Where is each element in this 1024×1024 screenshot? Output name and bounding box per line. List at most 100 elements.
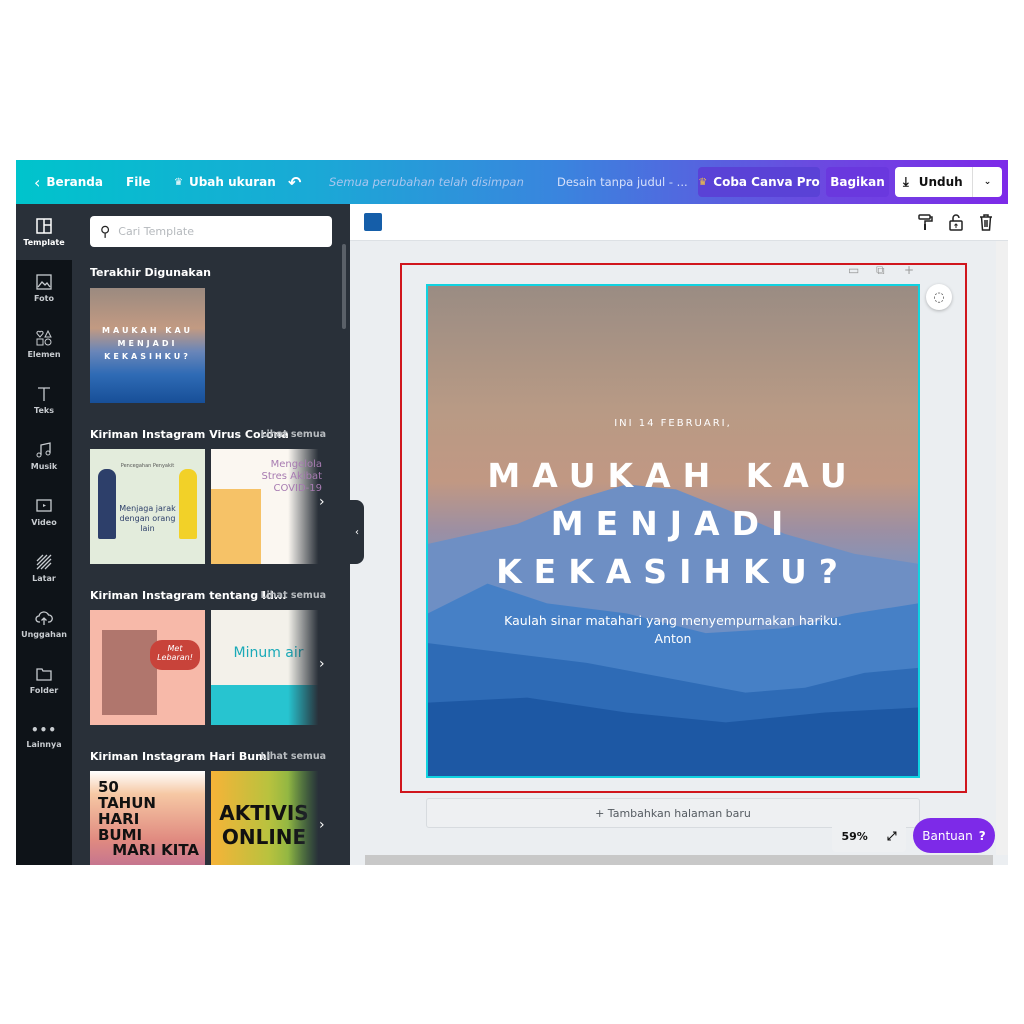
template-thumb[interactable]: Pencegahan Penyakit Menjaga jarak dengan… [90, 449, 205, 564]
rail-label: Teks [34, 406, 54, 415]
trash-icon[interactable] [977, 213, 995, 231]
paint-roller-icon[interactable] [916, 213, 934, 231]
recent-title: Terakhir Digunakan [90, 266, 211, 279]
duplicate-page-icon[interactable]: ⧉ [876, 263, 888, 277]
folder-icon [36, 668, 52, 681]
search-placeholder: Cari Template [118, 225, 194, 238]
save-status: Semua perubahan telah disimpan [329, 175, 524, 189]
see-all-link[interactable]: Lihat semua [260, 751, 326, 762]
headline-line: MENJADI [550, 504, 796, 543]
section-title: Kiriman Instagram Hari Bumi [90, 750, 271, 763]
file-menu[interactable]: File [126, 160, 151, 204]
section-title: Kiriman Instagram tentang Id... [90, 589, 287, 602]
video-icon [36, 499, 52, 512]
rail-label: Foto [34, 294, 54, 303]
music-icon [36, 442, 51, 458]
template-panel: ⚲ Cari Template Terakhir Digunakan MAUKAH… [72, 204, 350, 865]
rail-item-folder[interactable]: Folder [16, 652, 72, 708]
pro-label: Coba Canva Pro [713, 175, 820, 189]
headline-line: KEKASIHKU? [496, 552, 850, 591]
question-icon: ? [978, 828, 986, 843]
rail-item-text[interactable]: Teks [16, 372, 72, 428]
rail-item-more[interactable]: ••• Lainnya [16, 708, 72, 764]
rail-label: Elemen [27, 350, 61, 359]
thumb-title: MAUKAH KAU MENJADI KEKASIHKU? [102, 326, 193, 361]
rail-label: Latar [32, 574, 56, 583]
template-thumb[interactable]: 50 TAHUN HARI BUMI MARI KITA [90, 771, 205, 865]
person-illustration [98, 469, 116, 539]
chevron-down-icon[interactable]: ⌄ [972, 167, 1002, 197]
panel-scrollbar[interactable] [342, 244, 346, 329]
help-button[interactable]: Bantuan? [913, 818, 995, 853]
fullscreen-icon[interactable]: ⤢ [887, 829, 897, 844]
note-icon[interactable]: ▭ [848, 263, 860, 277]
template-icon [36, 218, 52, 234]
design-canvas[interactable]: INI 14 FEBRUARI, MAUKAH KAU MENJADI KEKA… [426, 284, 920, 778]
section-title: Kiriman Instagram Virus Corona [90, 428, 289, 441]
top-bar: ‹ Beranda File ♛ Ubah ukuran ↶ Semua perub… [16, 160, 1008, 204]
comment-icon[interactable]: ◌ [926, 284, 952, 310]
zoom-control[interactable]: 59% ⤢ [832, 820, 906, 852]
chevron-left-icon: ‹ [34, 172, 41, 192]
share-button[interactable]: Bagikan [826, 167, 889, 197]
template-thumb[interactable]: Met Lebaran! [90, 610, 205, 725]
color-swatch[interactable] [364, 213, 382, 231]
design-signature[interactable]: Anton [428, 631, 918, 646]
illustration [211, 489, 261, 564]
rail-item-photo[interactable]: Foto [16, 260, 72, 316]
help-label: Bantuan [922, 828, 973, 843]
home-button[interactable]: ‹ Beranda [34, 160, 103, 204]
collapse-panel-button[interactable]: ‹ [350, 500, 364, 564]
rail-item-elements[interactable]: Elemen [16, 316, 72, 372]
more-icon: ••• [30, 723, 57, 737]
design-headline[interactable]: MAUKAH KAU MENJADI KEKASIHKU? [428, 452, 918, 596]
photo-icon [36, 274, 52, 290]
download-icon: ⤓ [903, 174, 909, 190]
home-label: Beranda [46, 175, 103, 189]
resize-label: Ubah ukuran [188, 175, 276, 189]
canva-editor: ‹ Beranda File ♛ Ubah ukuran ↶ Semua perub… [16, 160, 1008, 865]
chevron-right-icon[interactable]: › [319, 817, 325, 833]
rail-label: Folder [29, 686, 59, 695]
rail-label: Lainnya [26, 740, 62, 749]
try-pro-button[interactable]: ♛ Coba Canva Pro [698, 167, 820, 197]
download-button[interactable]: ⤓ Unduh ⌄ [895, 167, 1002, 197]
rail-label: Unggahan [21, 630, 67, 639]
chevron-right-icon[interactable]: › [319, 494, 325, 510]
see-all-link[interactable]: Lihat semua [260, 590, 326, 601]
upload-icon [35, 611, 53, 625]
search-icon: ⚲ [100, 223, 111, 240]
design-title[interactable]: Desain tanpa judul - ... [557, 160, 688, 204]
rail-item-background[interactable]: Latar [16, 540, 72, 596]
thumb-title: Met Lebaran! [150, 640, 200, 670]
design-eyebrow[interactable]: INI 14 FEBRUARI, [428, 418, 918, 429]
rail-label: Template [23, 238, 65, 247]
resize-button[interactable]: ♛ Ubah ukuran [174, 160, 276, 204]
rail-item-video[interactable]: Video [16, 484, 72, 540]
rail-item-upload[interactable]: Unggahan [16, 596, 72, 652]
design-body[interactable]: Kaulah sinar matahari yang menyempurnaka… [428, 613, 918, 628]
crown-icon: ♛ [698, 176, 708, 188]
elements-icon [36, 329, 52, 346]
photo [102, 630, 157, 715]
rail-item-template[interactable]: Template [16, 204, 72, 260]
search-input[interactable]: ⚲ Cari Template [90, 216, 332, 247]
text-icon [38, 387, 50, 401]
crown-icon: ♛ [174, 176, 183, 188]
zoom-level: 59% [841, 829, 868, 843]
vertical-scrollbar[interactable] [996, 241, 1008, 855]
download-label: Unduh [918, 175, 963, 189]
see-all-link[interactable]: Lihat semua [260, 429, 326, 440]
thumb-title: 50 TAHUN HARI BUMI [98, 778, 156, 844]
background-icon [36, 554, 52, 570]
rail-label: Musik [30, 462, 58, 471]
horizontal-scrollbar[interactable] [365, 855, 993, 865]
chevron-right-icon[interactable]: › [319, 656, 325, 672]
person-illustration [179, 469, 197, 539]
side-rail: Template Foto Elemen Teks Musik Video La… [16, 204, 72, 865]
add-page-icon[interactable]: + [904, 263, 916, 277]
recent-template-thumb[interactable]: MAUKAH KAU MENJADI KEKASIHKU? [90, 288, 205, 403]
unlock-icon[interactable] [947, 213, 965, 231]
undo-icon[interactable]: ↶ [288, 160, 301, 204]
rail-item-music[interactable]: Musik [16, 428, 72, 484]
